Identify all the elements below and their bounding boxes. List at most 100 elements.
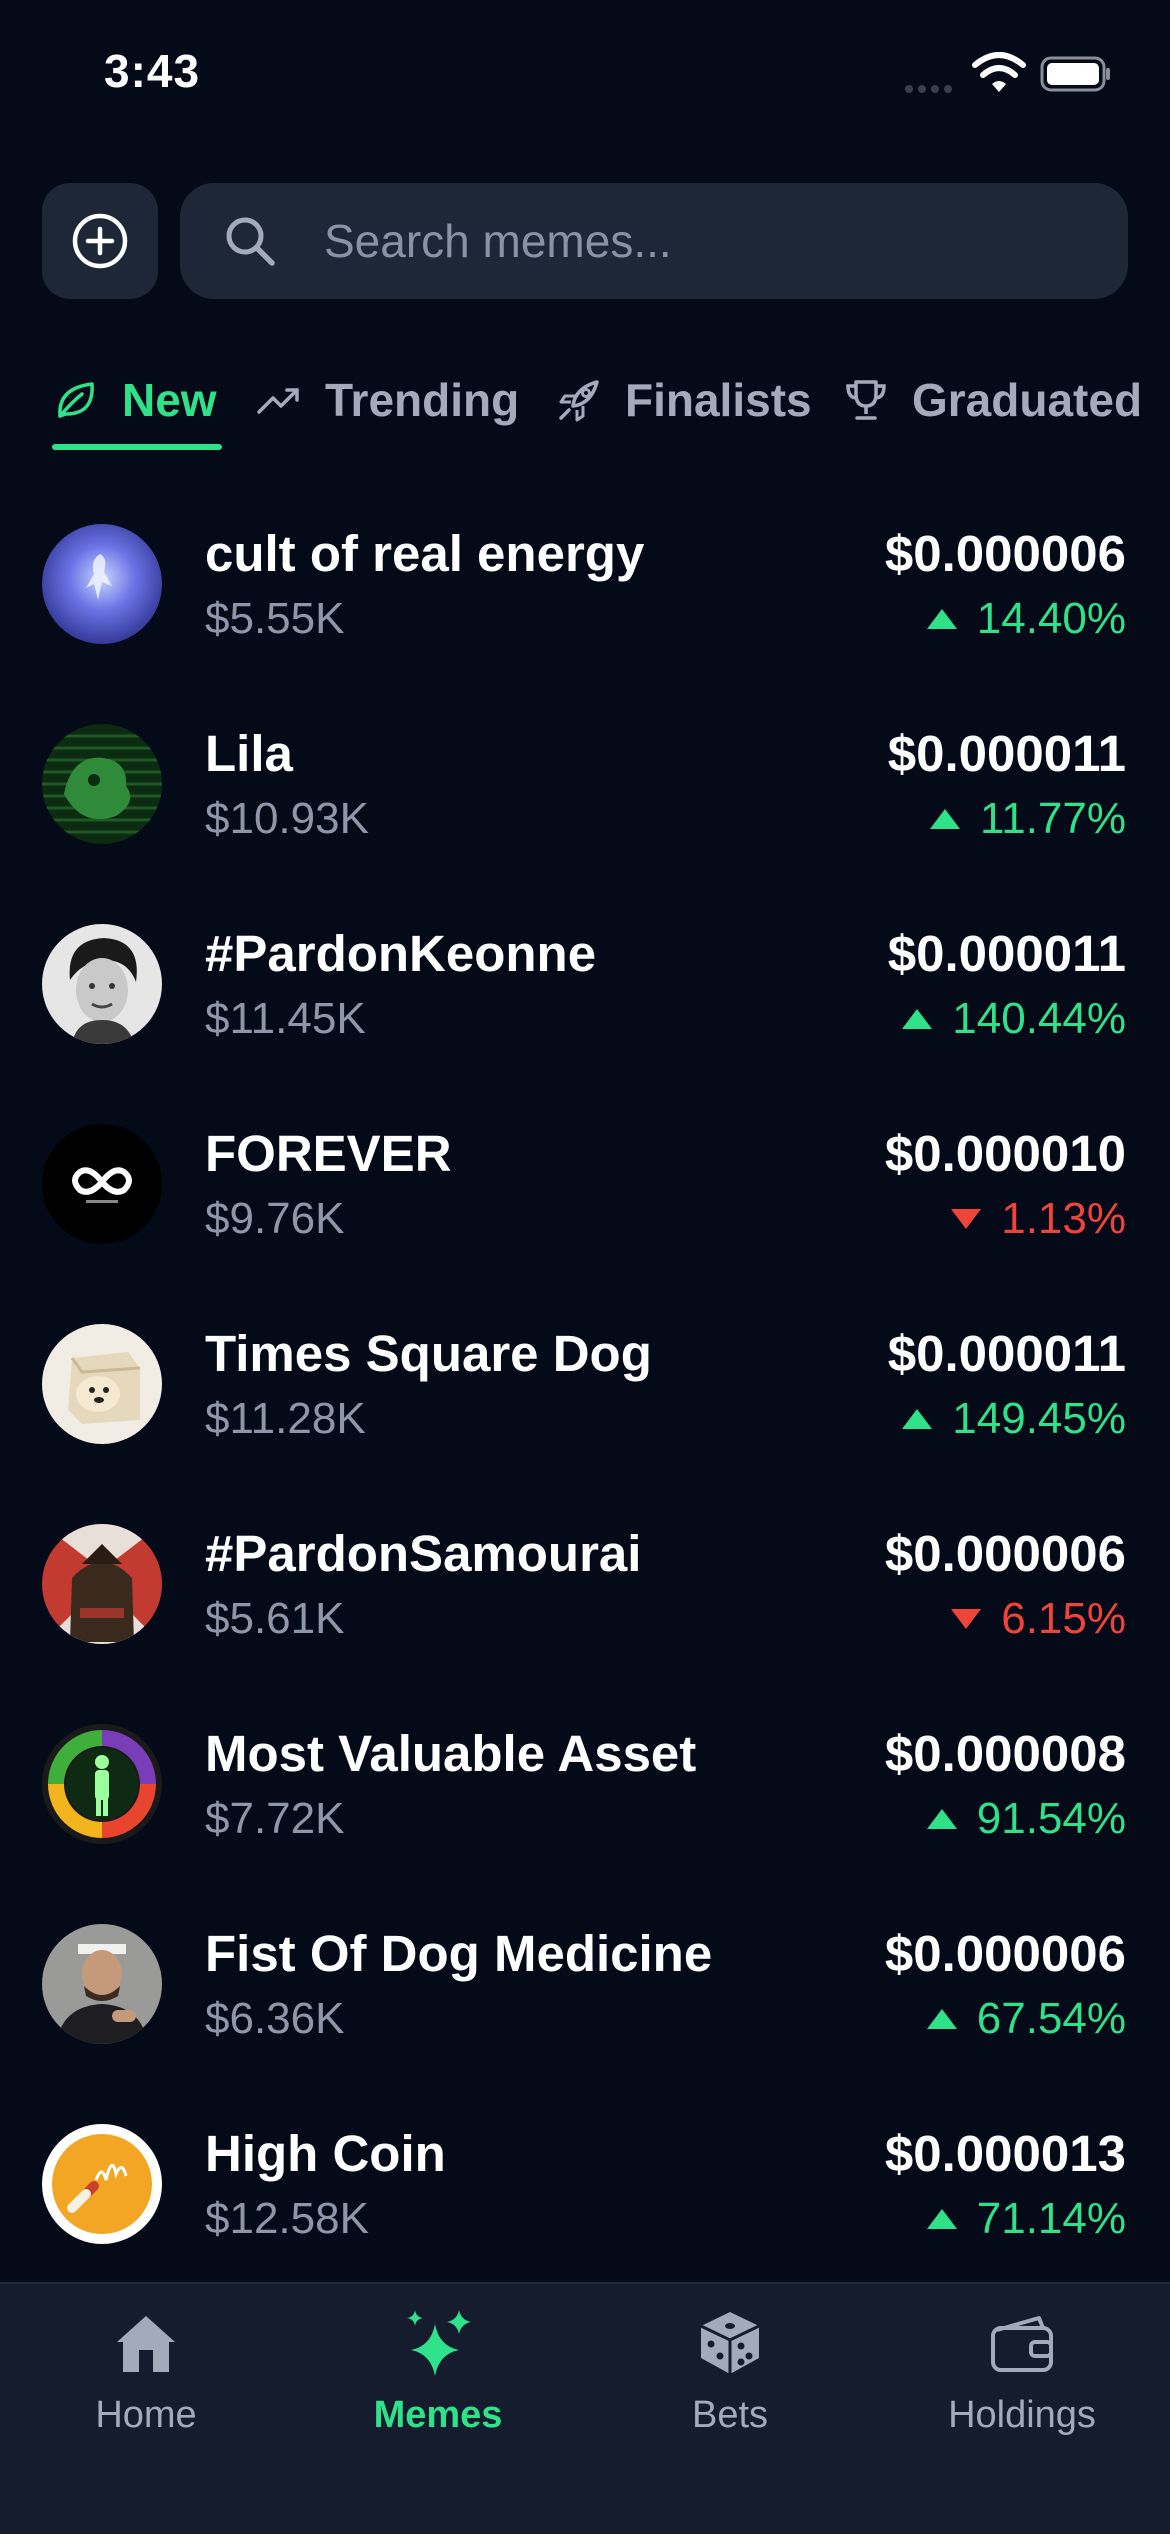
trophy-icon bbox=[846, 380, 886, 420]
tab-label: Trending bbox=[325, 374, 520, 426]
meme-change: 91.54% bbox=[926, 1794, 1126, 1844]
wallet-icon bbox=[991, 2316, 1053, 2372]
meme-row[interactable]: High Coin $12.58K $0.000013 71.14% bbox=[0, 2080, 1170, 2280]
meme-change-value: 6.15% bbox=[1001, 1594, 1126, 1643]
active-tab-indicator bbox=[52, 444, 222, 450]
meme-market-cap: $12.58K bbox=[205, 2194, 369, 2243]
wifi-icon bbox=[972, 52, 1026, 92]
search-icon bbox=[226, 217, 275, 266]
meme-row[interactable]: Lila $10.93K $0.000011 11.77% bbox=[0, 680, 1170, 880]
arrow-up-icon bbox=[902, 1409, 933, 1429]
arrow-up-icon bbox=[926, 2209, 957, 2229]
status-time: 3:43 bbox=[104, 45, 201, 97]
meme-price: $0.000006 bbox=[884, 1525, 1126, 1582]
meme-change-value: 91.54% bbox=[976, 1794, 1126, 1843]
arrow-down-icon bbox=[951, 1209, 982, 1229]
home-icon bbox=[117, 2316, 175, 2372]
meme-row[interactable]: Times Square Dog $11.28K $0.000011 149.4… bbox=[0, 1280, 1170, 1480]
meme-change: 149.45% bbox=[902, 1394, 1126, 1444]
tab-finalists[interactable]: Finalists bbox=[555, 350, 812, 450]
meme-avatar bbox=[42, 1724, 162, 1844]
meme-market-cap: $6.36K bbox=[205, 1994, 345, 2043]
arrow-up-icon bbox=[926, 2009, 957, 2029]
meme-price: $0.000010 bbox=[884, 1125, 1126, 1182]
meme-change-value: 67.54% bbox=[976, 1994, 1126, 2043]
meme-price: $0.000011 bbox=[887, 925, 1126, 982]
meme-row[interactable]: cult of real energy $5.55K $0.000006 14.… bbox=[0, 480, 1170, 680]
meme-change: 11.77% bbox=[930, 794, 1126, 844]
meme-price: $0.000008 bbox=[884, 1725, 1126, 1782]
meme-row[interactable]: FOREVER $9.76K $0.000010 1.13% bbox=[0, 1080, 1170, 1280]
meme-change: 14.40% bbox=[926, 594, 1126, 644]
rocket-icon bbox=[559, 380, 599, 422]
tab-label: Finalists bbox=[625, 374, 812, 426]
meme-market-cap: $11.45K bbox=[205, 994, 366, 1043]
meme-name: #PardonSamourai bbox=[205, 1525, 642, 1582]
tab-trending[interactable]: Trending bbox=[255, 350, 519, 450]
nav-label: Bets bbox=[691, 2394, 769, 2436]
meme-name: #PardonKeonne bbox=[205, 925, 597, 982]
meme-name: High Coin bbox=[205, 2125, 446, 2182]
meme-name: cult of real energy bbox=[205, 525, 645, 582]
meme-price: $0.000006 bbox=[884, 525, 1126, 582]
nav-holdings[interactable]: Holdings bbox=[876, 2284, 1168, 2484]
tab-graduated[interactable]: Graduated bbox=[842, 350, 1142, 450]
meme-market-cap: $7.72K bbox=[205, 1794, 345, 1843]
meme-avatar bbox=[42, 724, 162, 844]
nav-label: Holdings bbox=[948, 2394, 1096, 2436]
status-bar: 3:43 bbox=[0, 0, 1170, 150]
meme-row[interactable]: Most Valuable Asset $7.72K $0.000008 91.… bbox=[0, 1680, 1170, 1880]
arrow-up-icon bbox=[902, 1009, 933, 1029]
category-tabs: New Trending Finalists Graduated bbox=[0, 350, 1170, 460]
trending-up-icon bbox=[257, 388, 299, 414]
signal-dots-icon bbox=[905, 80, 959, 93]
meme-market-cap: $9.76K bbox=[205, 1194, 345, 1243]
arrow-up-icon bbox=[926, 1809, 957, 1829]
meme-name: Most Valuable Asset bbox=[205, 1725, 697, 1782]
tab-new[interactable]: New bbox=[52, 350, 217, 450]
meme-avatar bbox=[42, 524, 162, 644]
search-input[interactable] bbox=[324, 183, 1084, 299]
meme-name: Times Square Dog bbox=[205, 1325, 652, 1382]
search-bar[interactable] bbox=[180, 183, 1128, 299]
tab-label: New bbox=[122, 374, 217, 426]
meme-row[interactable]: Fist Of Dog Medicine $6.36K $0.000006 67… bbox=[0, 1880, 1170, 2080]
meme-change-value: 14.40% bbox=[976, 594, 1126, 643]
dice-icon bbox=[700, 2312, 760, 2374]
meme-row[interactable]: #PardonKeonne $11.45K $0.000011 140.44% bbox=[0, 880, 1170, 1080]
meme-name: Lila bbox=[205, 725, 293, 782]
nav-home[interactable]: Home bbox=[0, 2284, 292, 2484]
meme-change: 6.15% bbox=[951, 1594, 1126, 1644]
meme-market-cap: $5.55K bbox=[205, 594, 345, 643]
meme-price: $0.000013 bbox=[884, 2125, 1126, 2182]
meme-name: Fist Of Dog Medicine bbox=[205, 1925, 713, 1982]
nav-memes[interactable]: Memes bbox=[292, 2284, 584, 2484]
battery-icon bbox=[1040, 56, 1110, 92]
meme-price: $0.000011 bbox=[887, 1325, 1126, 1382]
meme-change: 67.54% bbox=[926, 1994, 1126, 2044]
sparkles-icon bbox=[407, 2310, 471, 2376]
meme-change-value: 11.77% bbox=[980, 794, 1126, 843]
meme-avatar bbox=[42, 1324, 162, 1444]
nav-label: Memes bbox=[373, 2394, 503, 2436]
nav-bets[interactable]: Bets bbox=[584, 2284, 876, 2484]
meme-market-cap: $5.61K bbox=[205, 1594, 345, 1643]
tab-label: Graduated bbox=[912, 374, 1143, 426]
meme-change-value: 140.44% bbox=[952, 994, 1126, 1043]
plus-circle-icon bbox=[72, 213, 128, 269]
arrow-up-icon bbox=[926, 609, 957, 629]
meme-change-value: 1.13% bbox=[1001, 1194, 1126, 1243]
arrow-down-icon bbox=[951, 1609, 982, 1629]
meme-market-cap: $10.93K bbox=[205, 794, 369, 843]
meme-change: 1.13% bbox=[951, 1194, 1126, 1244]
meme-row[interactable]: #PardonSamourai $5.61K $0.000006 6.15% bbox=[0, 1480, 1170, 1680]
meme-change: 71.14% bbox=[926, 2194, 1126, 2244]
arrow-up-icon bbox=[930, 809, 961, 829]
nav-label: Home bbox=[95, 2394, 197, 2436]
meme-market-cap: $11.28K bbox=[205, 1394, 366, 1443]
add-meme-button[interactable] bbox=[42, 183, 158, 299]
meme-avatar bbox=[42, 1524, 162, 1644]
meme-change-value: 149.45% bbox=[952, 1394, 1126, 1443]
meme-name: FOREVER bbox=[205, 1125, 452, 1182]
meme-avatar bbox=[42, 2124, 162, 2244]
